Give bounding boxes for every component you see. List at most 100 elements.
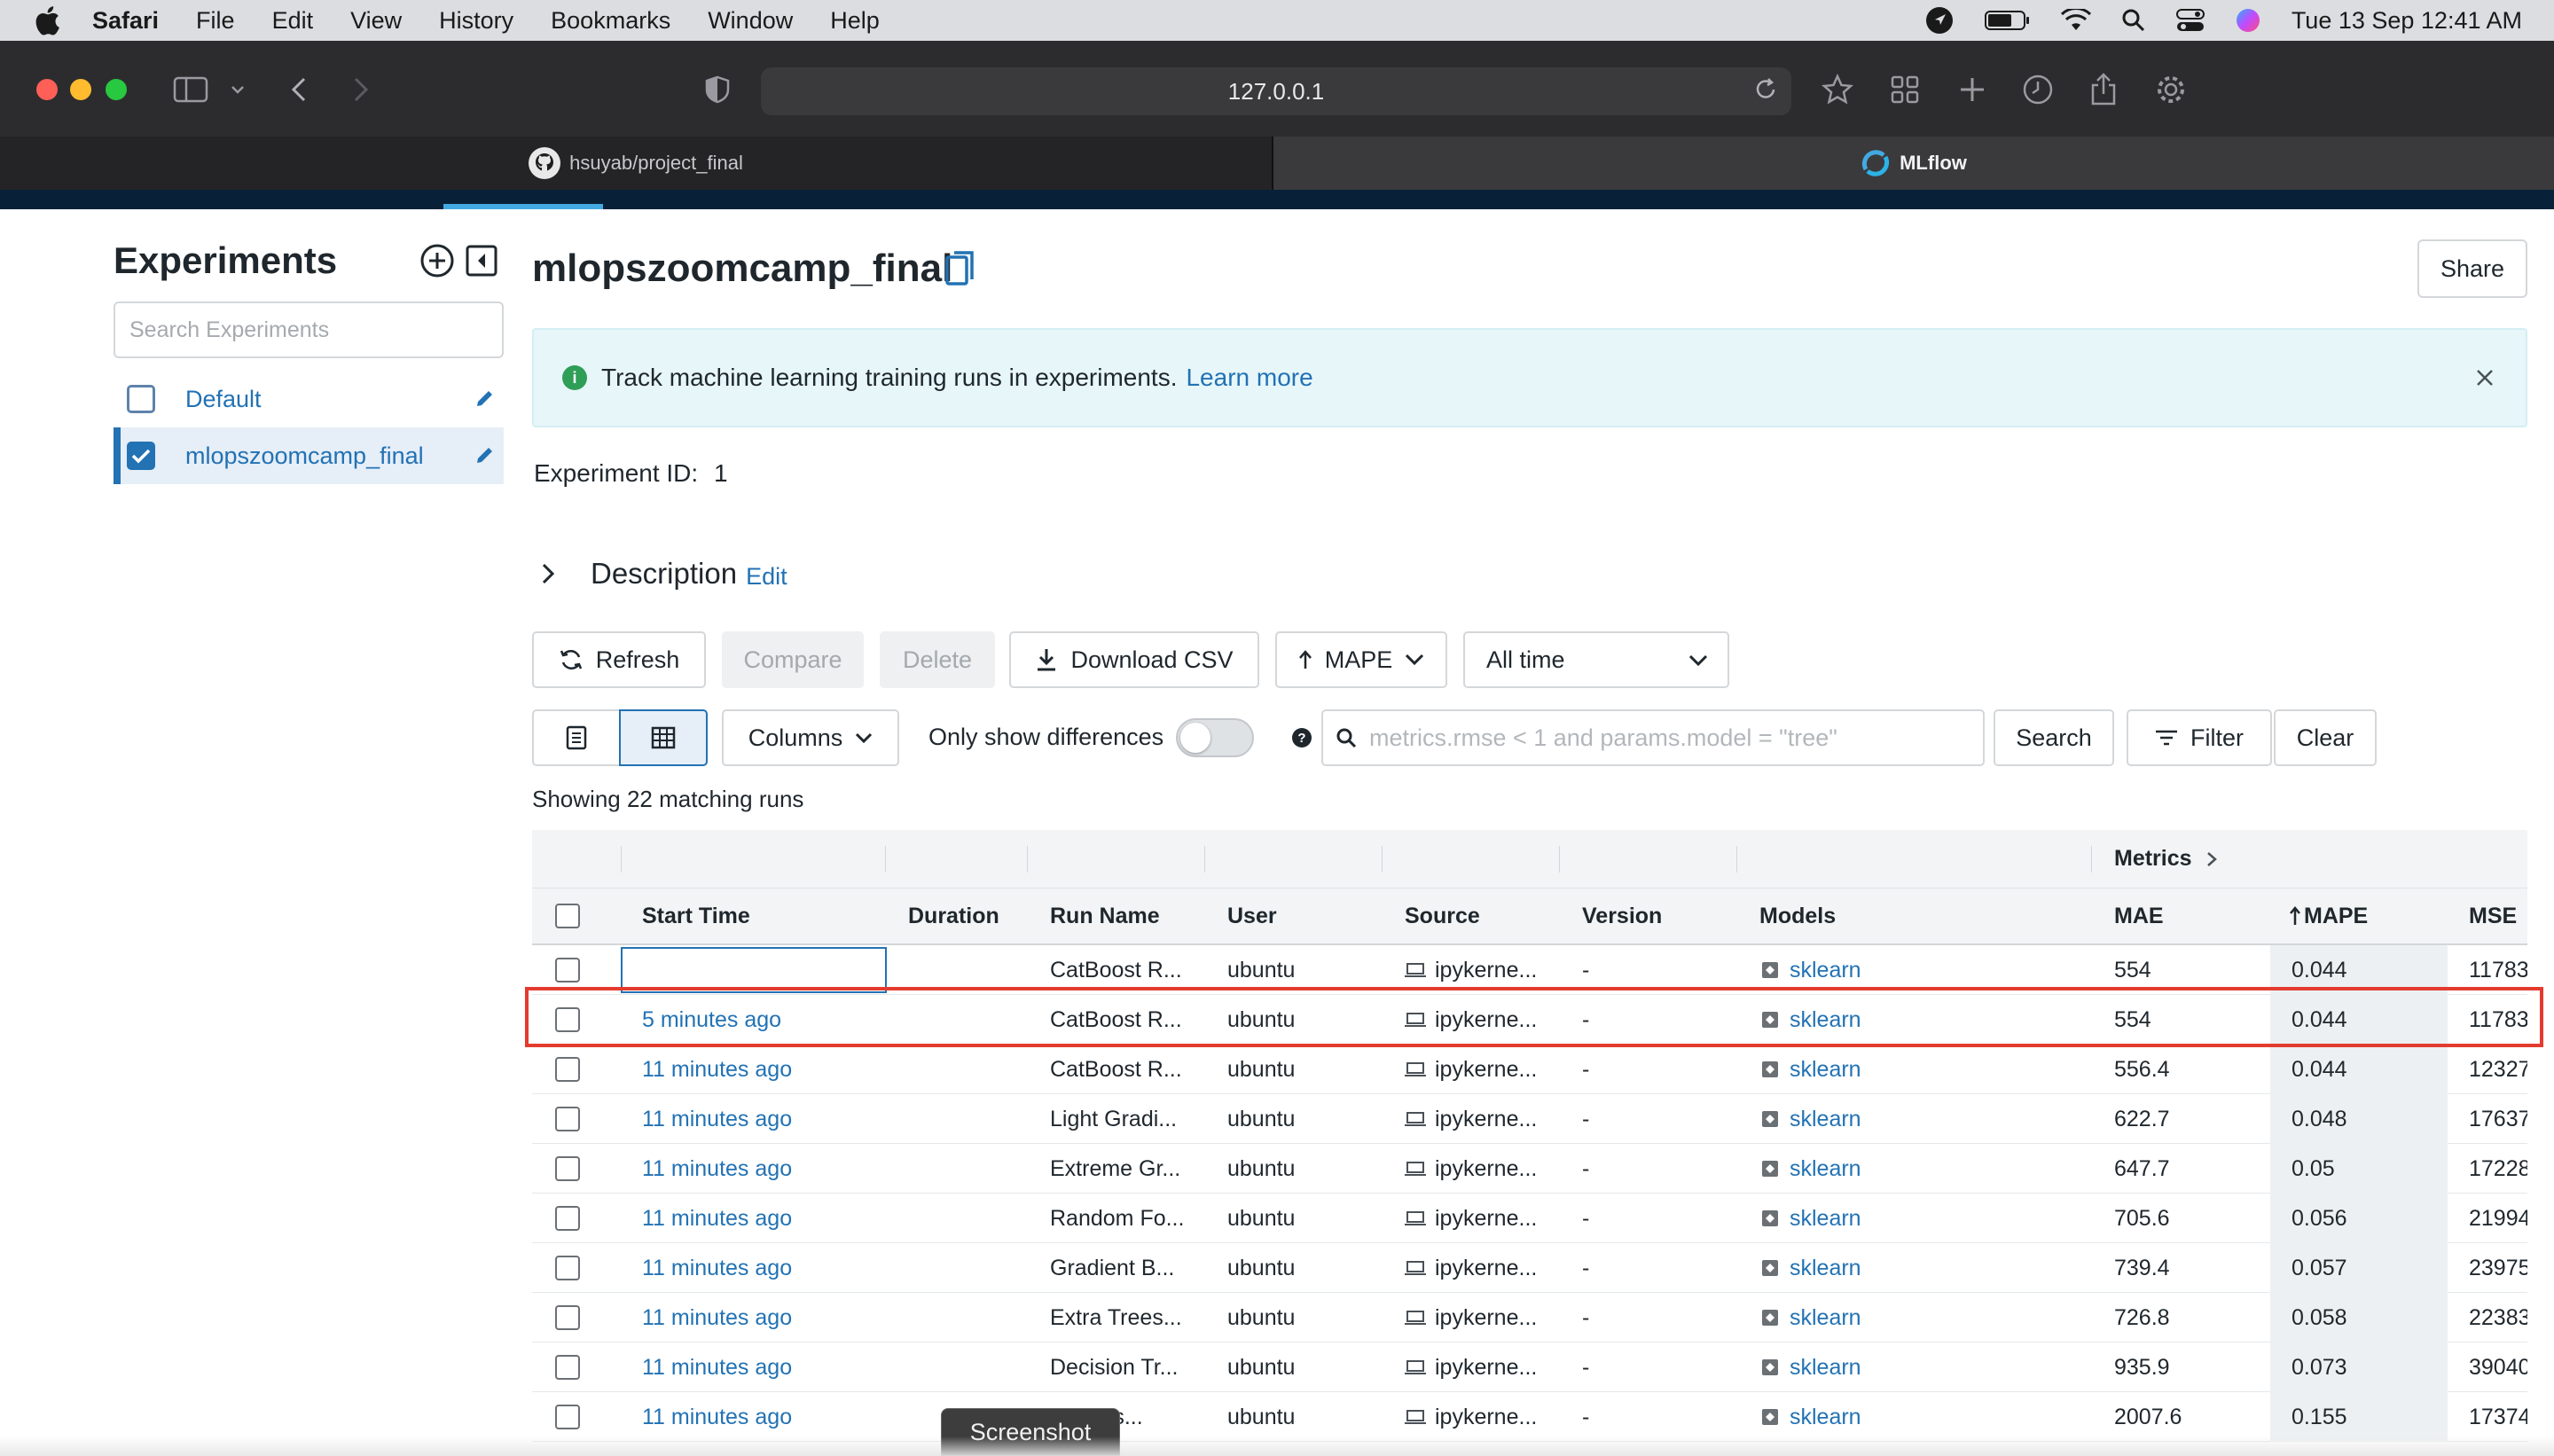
spotlight-search-icon[interactable] <box>2121 8 2146 33</box>
row-checkbox[interactable] <box>555 1144 580 1194</box>
experiment-checkbox[interactable] <box>127 385 155 413</box>
only-show-differences-toggle[interactable] <box>1176 718 1254 757</box>
source[interactable]: ipykerne... <box>1405 1045 1537 1094</box>
experiment-checkbox[interactable] <box>127 442 155 470</box>
share-icon[interactable] <box>2086 69 2121 110</box>
table-row[interactable]: 11 minutes ago Extreme Gr... ubuntu ipykern… <box>532 1144 2527 1194</box>
add-experiment-icon[interactable] <box>419 243 455 278</box>
tab-github[interactable]: hsuyab/project_final <box>0 137 1273 190</box>
wifi-icon[interactable] <box>2060 9 2091 32</box>
menu-app-name[interactable]: Safari <box>92 7 159 35</box>
run-name[interactable]: Random Fo... <box>1050 1194 1201 1243</box>
row-checkbox[interactable] <box>555 1392 580 1442</box>
start-time-link[interactable]: 11 minutes ago <box>642 1392 792 1442</box>
col-version[interactable]: Version <box>1582 888 1662 943</box>
menu-file[interactable]: File <box>196 7 235 35</box>
model-link[interactable]: sklearn <box>1759 1045 1861 1094</box>
model-link[interactable]: sklearn <box>1759 1293 1861 1342</box>
col-duration[interactable]: Duration <box>908 888 999 943</box>
sidebar-item-mlopszoomcamp-final[interactable]: mlopszoomcamp_final <box>114 427 504 484</box>
start-time-link[interactable]: 11 minutes ago <box>642 1243 792 1293</box>
row-checkbox[interactable] <box>555 1243 580 1293</box>
siri-icon[interactable] <box>2235 7 2261 34</box>
learn-more-link[interactable]: Learn more <box>1186 364 1312 392</box>
start-time-link[interactable]: 11 minutes ago <box>642 1194 792 1243</box>
menu-edit[interactable]: Edit <box>272 7 314 35</box>
col-source[interactable]: Source <box>1405 888 1480 943</box>
source[interactable]: ipykerne... <box>1405 1243 1537 1293</box>
start-time-link[interactable]: 11 minutes ago <box>642 1094 792 1144</box>
history-clock-icon[interactable] <box>2020 69 2056 110</box>
table-row[interactable]: 11 minutes ago Gradient B... ubuntu ipykern… <box>532 1243 2527 1293</box>
source[interactable]: ipykerne... <box>1405 1392 1537 1442</box>
col-mse[interactable]: MSE <box>2469 888 2517 943</box>
search-experiments-input[interactable] <box>114 301 504 358</box>
chevron-right-icon[interactable] <box>539 562 557 585</box>
pencil-edit-icon[interactable] <box>474 387 497 410</box>
run-name[interactable]: Gradient B... <box>1050 1243 1201 1293</box>
menubar-clock[interactable]: Tue 13 Sep 12:41 AM <box>2292 7 2522 35</box>
window-minimize-button[interactable] <box>70 79 91 100</box>
table-row[interactable]: 11 minutes ago Random Fo... ubuntu ipykerne… <box>532 1194 2527 1243</box>
run-name[interactable]: Extreme Gr... <box>1050 1144 1201 1194</box>
start-time-link[interactable]: 11 minutes ago <box>642 1144 792 1194</box>
model-link[interactable]: sklearn <box>1759 1243 1861 1293</box>
menu-history[interactable]: History <box>439 7 513 35</box>
col-start-time[interactable]: Start Time <box>642 888 750 943</box>
menu-bookmarks[interactable]: Bookmarks <box>551 7 670 35</box>
refresh-button[interactable]: Refresh <box>532 631 706 688</box>
menu-view[interactable]: View <box>350 7 402 35</box>
back-arrow-icon[interactable] <box>286 69 312 110</box>
privacy-shield-icon[interactable] <box>704 69 731 110</box>
window-zoom-button[interactable] <box>106 79 127 100</box>
col-user[interactable]: User <box>1227 888 1277 943</box>
time-range-select[interactable]: All time <box>1463 631 1729 688</box>
reload-icon[interactable] <box>1752 76 1779 103</box>
row-checkbox[interactable] <box>555 1094 580 1144</box>
tab-overview-grid-icon[interactable] <box>1887 69 1923 110</box>
bookmark-star-icon[interactable] <box>1820 69 1855 110</box>
table-row[interactable]: 11 minutes ago CatBoost R... ubuntu ipykern… <box>532 1045 2527 1094</box>
model-link[interactable]: sklearn <box>1759 1094 1861 1144</box>
table-view-button[interactable] <box>619 709 708 766</box>
col-models[interactable]: Models <box>1759 888 1836 943</box>
settings-gear-icon[interactable] <box>2153 69 2189 110</box>
address-bar[interactable]: 127.0.0.1 <box>761 67 1791 115</box>
chevron-right-icon[interactable] <box>2206 851 2217 867</box>
source[interactable]: ipykerne... <box>1405 1144 1537 1194</box>
table-row[interactable]: 11 minutes ago...Trans...ubuntuipykerne.… <box>532 1392 2527 1442</box>
sort-select[interactable]: MAPE <box>1275 631 1447 688</box>
start-time-link[interactable]: 11 minutes ago <box>642 1045 792 1094</box>
source[interactable]: ipykerne... <box>1405 1194 1537 1243</box>
start-time-link[interactable]: 11 minutes ago <box>642 1293 792 1342</box>
sidebar-toggle-icon[interactable] <box>172 69 209 110</box>
row-checkbox[interactable] <box>555 1045 580 1094</box>
download-csv-button[interactable]: Download CSV <box>1009 631 1259 688</box>
table-row[interactable]: 11 minutes ago Decision Tr... ubuntu ipyker… <box>532 1342 2527 1392</box>
battery-icon[interactable] <box>1984 9 2031 32</box>
copy-icon[interactable] <box>944 248 979 291</box>
row-checkbox[interactable] <box>555 1194 580 1243</box>
chevron-down-icon[interactable] <box>227 69 248 110</box>
table-row[interactable]: 11 minutes ago Light Gradi... ubuntu ipyker… <box>532 1094 2527 1144</box>
columns-select[interactable]: Columns <box>722 709 899 766</box>
share-button[interactable]: Share <box>2417 239 2527 298</box>
source[interactable]: ipykerne... <box>1405 1094 1537 1144</box>
sidebar-item-default[interactable]: Default <box>114 371 504 427</box>
runs-search-input[interactable]: metrics.rmse < 1 and params.model = "tre… <box>1321 709 1985 766</box>
description-edit-link[interactable]: Edit <box>746 563 787 591</box>
run-name[interactable]: Light Gradi... <box>1050 1094 1201 1144</box>
new-tab-plus-icon[interactable] <box>1955 69 1990 110</box>
menu-help[interactable]: Help <box>830 7 880 35</box>
col-mape[interactable]: MAPE <box>2290 888 2368 943</box>
window-close-button[interactable] <box>36 79 58 100</box>
search-button[interactable]: Search <box>1994 709 2114 766</box>
run-name[interactable]: CatBoost R... <box>1050 1045 1201 1094</box>
col-mae[interactable]: MAE <box>2114 888 2164 943</box>
help-question-icon[interactable]: ? <box>1291 727 1312 748</box>
control-center-icon[interactable] <box>2175 8 2205 33</box>
source[interactable]: ipykerne... <box>1405 1342 1537 1392</box>
collapse-sidebar-icon[interactable] <box>466 245 497 277</box>
table-row[interactable]: 11 minutes ago Extra Trees... ubuntu ipyker… <box>532 1293 2527 1342</box>
row-checkbox[interactable] <box>555 1293 580 1342</box>
